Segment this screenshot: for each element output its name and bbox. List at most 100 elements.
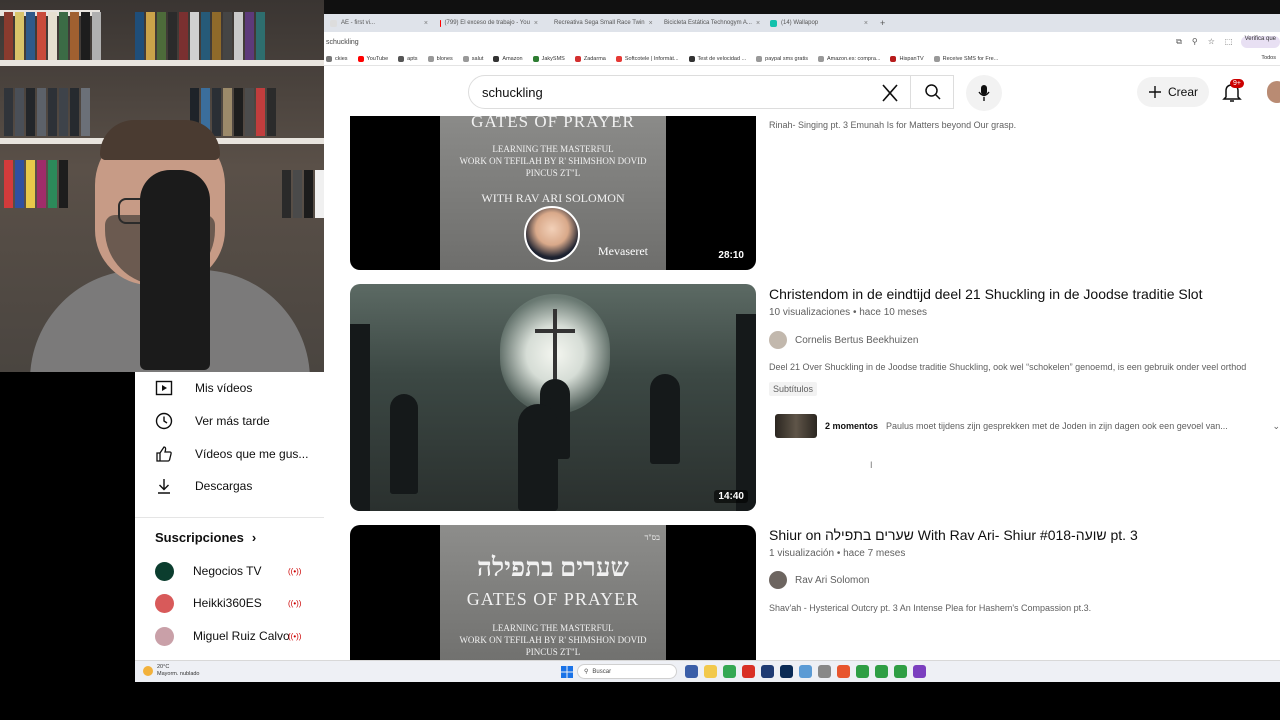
browser-tab[interactable]: AE - first vi... × xyxy=(324,15,434,31)
close-icon[interactable]: × xyxy=(424,20,428,27)
create-label: Crear xyxy=(1167,85,1198,99)
chrome-profile-icon[interactable] xyxy=(856,665,869,678)
bookmark[interactable]: HispanTV xyxy=(890,55,924,62)
profile-chip[interactable]: Verifica que xyxy=(1240,36,1280,48)
bookmark[interactable]: Amazon xyxy=(493,55,523,62)
bookmark[interactable]: JakySMS xyxy=(532,55,565,62)
bookmark[interactable]: salut xyxy=(462,55,483,62)
browser-tab[interactable]: Bicicleta Estática Technogym A... × xyxy=(654,15,764,31)
star-icon[interactable]: ☆ xyxy=(1208,37,1215,47)
clear-search-icon[interactable] xyxy=(879,83,901,103)
taskbar-search[interactable]: ⚲ Buscar xyxy=(577,664,677,679)
new-tab-button[interactable]: + xyxy=(874,18,891,28)
bookmark[interactable]: Amazon.es: compra... xyxy=(817,55,880,62)
upload-age: hace 10 meses xyxy=(859,307,928,318)
browser-tab[interactable]: (14) Wallapop × xyxy=(764,15,874,31)
sidebar-item-downloads[interactable]: Descargas xyxy=(135,470,324,502)
close-icon[interactable]: × xyxy=(864,20,868,27)
video-thumbnail[interactable]: שערים בתפילה GATES OF PRAYER LEARNING TH… xyxy=(350,525,756,660)
search-query: schuckling xyxy=(482,84,543,100)
subscriptions-header[interactable]: Suscripciones › xyxy=(155,530,256,545)
bookmark[interactable]: Receive SMS for Fre... xyxy=(933,55,998,62)
app-icon[interactable] xyxy=(818,665,831,678)
thumbnail-art: GATES OF PRAYER LEARNING THE MASTERFUL W… xyxy=(440,116,666,270)
live-icon: ((•)) xyxy=(288,566,302,576)
chrome-profile-icon[interactable] xyxy=(894,665,907,678)
os-topbar xyxy=(324,0,1280,14)
video-duration: 28:10 xyxy=(714,249,748,262)
app-icon[interactable] xyxy=(913,665,926,678)
file-explorer-icon[interactable] xyxy=(704,665,717,678)
thumbnail-title: GATES OF PRAYER xyxy=(471,116,635,131)
extensions-icon[interactable]: ⬚ xyxy=(1225,37,1233,47)
books xyxy=(4,12,101,60)
chevron-right-icon: › xyxy=(251,530,257,545)
photoshop-icon[interactable] xyxy=(780,665,793,678)
thumbnail-text: LEARNING THE MASTERFUL xyxy=(492,144,614,154)
bookmark[interactable]: Zadarma xyxy=(574,55,606,62)
key-moments[interactable]: 2 momentos Paulus moet tijdens zijn gesp… xyxy=(775,414,1280,438)
live-icon: ((•)) xyxy=(288,631,302,641)
person-hair xyxy=(100,120,220,160)
app-icon[interactable] xyxy=(837,665,850,678)
channel-avatar xyxy=(155,561,174,581)
search-input[interactable]: schuckling xyxy=(468,75,954,109)
wallapop-icon xyxy=(770,19,777,27)
zoom-icon[interactable]: ⚲ xyxy=(1192,37,1198,47)
video-meta: 10 visualizaciones • hace 10 meses xyxy=(769,307,927,318)
create-button[interactable]: Crear xyxy=(1137,77,1209,107)
tab-label: AE - first vi... xyxy=(341,20,376,26)
account-avatar[interactable] xyxy=(1267,81,1280,103)
install-icon[interactable]: ⧉ xyxy=(1176,37,1182,47)
chrome-icon[interactable] xyxy=(723,665,736,678)
close-icon[interactable]: × xyxy=(756,20,760,27)
upload-age: hace 7 meses xyxy=(843,548,906,559)
premiere-icon[interactable] xyxy=(761,665,774,678)
live-icon: ((•)) xyxy=(288,598,302,608)
bookmark[interactable]: apts xyxy=(398,55,418,62)
taskbar: 20°C Mayorm. nublado ⚲ Buscar xyxy=(135,660,1280,682)
sidebar-item-negocios-tv[interactable]: Negocios TV ((•)) xyxy=(135,555,324,587)
thumbnail-text: PINCUS ZT"L xyxy=(525,168,581,178)
browser-tab[interactable]: (799) El exceso de trabajo - You × xyxy=(434,15,544,31)
voice-search-button[interactable] xyxy=(966,75,1002,111)
search-button[interactable] xyxy=(910,75,954,109)
chrome-profile-icon[interactable] xyxy=(875,665,888,678)
bookmark[interactable]: blones xyxy=(427,55,453,62)
thumbnail-text: WORK ON TEFILAH BY R' SHIMSHON DOVID xyxy=(459,635,647,645)
bookmark[interactable]: paypal sms gratis xyxy=(756,55,808,62)
sidebar-item-my-videos[interactable]: Mis vídeos xyxy=(135,372,324,404)
bookmark[interactable]: Test de velocidad ... xyxy=(688,55,746,62)
close-icon[interactable]: × xyxy=(649,20,653,27)
bookmark[interactable]: YouTube xyxy=(357,55,388,62)
bookmark[interactable]: ckies xyxy=(326,55,348,62)
app-icon[interactable] xyxy=(742,665,755,678)
app-icon[interactable] xyxy=(799,665,812,678)
sidebar-item-watch-later[interactable]: Ver más tarde xyxy=(135,405,324,437)
sidebar-item-miguel-ruiz-calvo[interactable]: Miguel Ruiz Calvo ((•)) xyxy=(135,620,324,652)
sidebar-item-label: Mis vídeos xyxy=(195,381,253,395)
close-icon[interactable]: × xyxy=(534,20,538,27)
video-thumbnail[interactable]: GATES OF PRAYER LEARNING THE MASTERFUL W… xyxy=(350,116,756,270)
sidebar-item-liked-videos[interactable]: Vídeos que me gus... xyxy=(135,438,324,470)
channel-link[interactable]: Rav Ari Solomon xyxy=(769,571,869,589)
video-title[interactable]: Christendom in de eindtijd deel 21 Shuck… xyxy=(769,286,1203,302)
bookmark[interactable]: Softcotele | Informàt... xyxy=(615,55,679,62)
microphone xyxy=(140,170,210,370)
chevron-down-icon[interactable]: ⌄ xyxy=(1272,421,1280,432)
address-bar[interactable]: schuckling ⧉ ⚲ ☆ ⬚ ▭ Verifica que xyxy=(324,32,1280,52)
thumbnail-figure xyxy=(390,394,418,494)
video-title[interactable]: Shiur on שערים בתפילה With Rav Ari- Shiu… xyxy=(769,527,1138,543)
task-view-icon[interactable] xyxy=(685,665,698,678)
sidebar-item-heikki360es[interactable]: Heikki360ES ((•)) xyxy=(135,587,324,619)
tab-label: (14) Wallapop xyxy=(781,20,819,26)
windows-start-icon[interactable] xyxy=(561,666,573,678)
all-bookmarks[interactable]: Todos xyxy=(1261,55,1276,61)
channel-link[interactable]: Cornelis Bertus Beekhuizen xyxy=(769,331,918,349)
video-thumbnail[interactable]: 14:40 xyxy=(350,284,756,511)
thumbnail-pillar xyxy=(736,314,756,511)
search-results: GATES OF PRAYER LEARNING THE MASTERFUL W… xyxy=(324,116,1280,660)
browser-tab[interactable]: Recreativa Sega Small Race Twin × xyxy=(544,15,654,31)
notification-badge: 9+ xyxy=(1230,79,1244,88)
weather-widget[interactable]: 20°C Mayorm. nublado xyxy=(143,664,200,678)
